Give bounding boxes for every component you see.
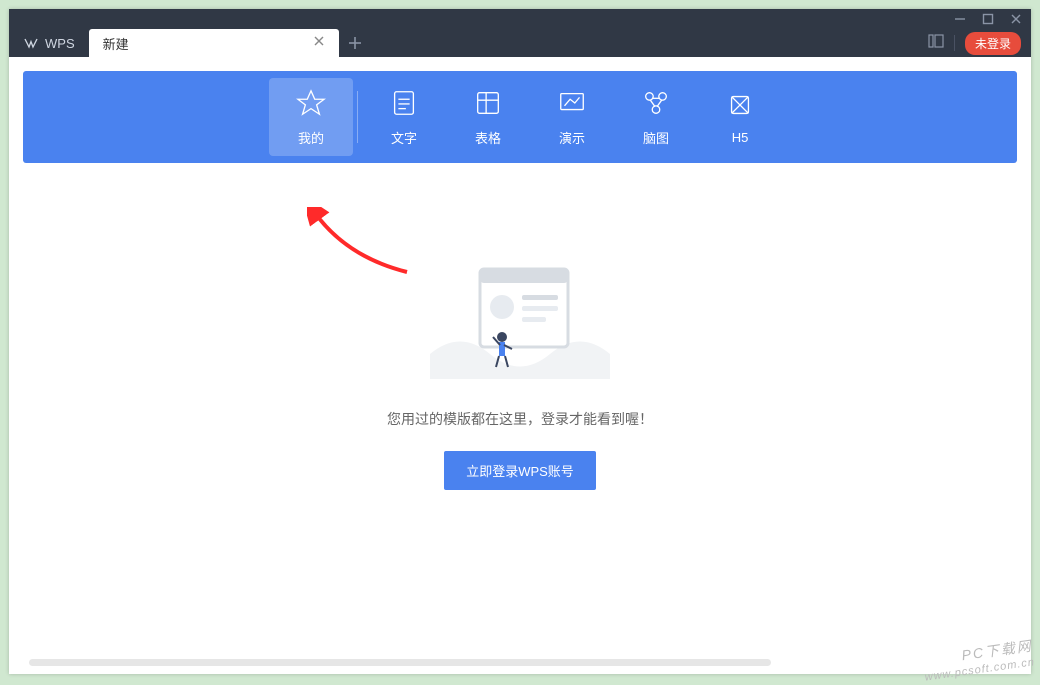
vertical-divider xyxy=(954,35,955,51)
presentation-icon xyxy=(557,88,587,118)
document-tab-title: 新建 xyxy=(103,34,129,53)
app-name-label: WPS xyxy=(45,36,75,51)
wps-logo-icon xyxy=(23,35,39,51)
category-label: 我的 xyxy=(298,128,324,147)
category-bar: 我的 文字 表格 演示 脑图 H5 xyxy=(23,71,1017,163)
empty-illustration xyxy=(430,259,610,379)
category-presentation[interactable]: 演示 xyxy=(530,78,614,156)
empty-message: 您用过的模版都在这里，登录才能看到喔！ xyxy=(387,409,653,429)
category-label: 脑图 xyxy=(643,128,669,147)
category-h5[interactable]: H5 xyxy=(698,78,782,156)
app-window: WPS 新建 未登录 我的 xyxy=(9,9,1031,674)
close-button[interactable] xyxy=(1009,12,1023,26)
mindmap-icon xyxy=(641,88,671,118)
layout-toggle-icon[interactable] xyxy=(928,33,944,54)
category-label: 表格 xyxy=(475,128,501,147)
category-label: 文字 xyxy=(391,128,417,147)
category-label: 演示 xyxy=(559,128,585,147)
document-icon xyxy=(389,88,419,118)
tabstrip-right-controls: 未登录 xyxy=(928,29,1031,57)
new-tab-button[interactable] xyxy=(339,29,371,57)
horizontal-scrollbar[interactable] xyxy=(29,659,771,666)
category-my[interactable]: 我的 xyxy=(269,78,353,156)
spreadsheet-icon xyxy=(473,88,503,118)
main-content: 我的 文字 表格 演示 脑图 H5 xyxy=(9,57,1031,674)
category-spreadsheet[interactable]: 表格 xyxy=(446,78,530,156)
app-home-tab[interactable]: WPS xyxy=(9,29,89,57)
tab-close-button[interactable] xyxy=(309,34,329,52)
h5-icon xyxy=(725,90,755,120)
empty-state: 您用过的模版都在这里，登录才能看到喔！ 立即登录WPS账号 xyxy=(23,259,1017,490)
star-icon xyxy=(296,88,326,118)
login-status-pill[interactable]: 未登录 xyxy=(965,32,1021,55)
category-mindmap[interactable]: 脑图 xyxy=(614,78,698,156)
category-writer[interactable]: 文字 xyxy=(362,78,446,156)
maximize-button[interactable] xyxy=(981,12,995,26)
category-label: H5 xyxy=(732,130,749,145)
tab-strip: WPS 新建 未登录 xyxy=(9,29,1031,57)
title-bar xyxy=(9,9,1031,29)
minimize-button[interactable] xyxy=(953,12,967,26)
login-button[interactable]: 立即登录WPS账号 xyxy=(444,451,596,490)
document-tab-active[interactable]: 新建 xyxy=(89,29,339,57)
